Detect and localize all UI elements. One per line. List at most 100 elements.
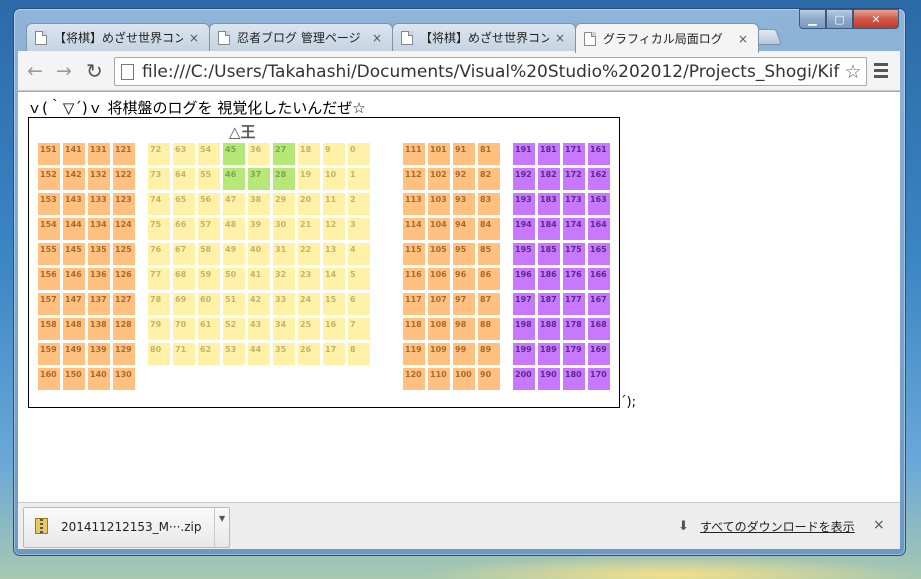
- url-text[interactable]: file:///C:/Users/Takahashi/Documents/Vis…: [142, 62, 866, 82]
- gote-box-cell: 166: [588, 268, 610, 290]
- gote-hand-cell: 106: [428, 268, 450, 290]
- gote-hand-cell: 97: [453, 293, 475, 315]
- gote-box-cell: 165: [588, 243, 610, 265]
- gote-box-cell: 196: [513, 268, 535, 290]
- page-icon: [401, 30, 413, 45]
- show-all-downloads[interactable]: ⬇ すべてのダウンロードを表示: [678, 518, 855, 535]
- board-cell: 10: [323, 168, 345, 190]
- bookmark-star-icon[interactable]: ☆: [840, 58, 866, 85]
- sente-hand-cell: 134: [88, 218, 110, 240]
- gote-hand-cell: 91: [453, 143, 475, 165]
- sente-hand-cell: 139: [88, 343, 110, 365]
- tab-close-icon[interactable]: ×: [370, 31, 384, 45]
- download-menu-icon[interactable]: ▼: [219, 514, 225, 523]
- gote-hand-cell: 94: [453, 218, 475, 240]
- board-cell: 25: [298, 318, 320, 340]
- gote-box-cell: 197: [513, 293, 535, 315]
- player-label: △王: [229, 123, 256, 141]
- gote-hand-cell: 82: [478, 168, 500, 190]
- board-cell: 9: [323, 143, 345, 165]
- gote-box-cell: 162: [588, 168, 610, 190]
- gote-hand-cell: 100: [453, 368, 475, 390]
- gote-hand-cell: 115: [403, 243, 425, 265]
- board-cell: 49: [223, 243, 245, 265]
- tab-shogi-blog-1[interactable]: 【将棋】めざせ世界コンピ ×: [26, 23, 210, 51]
- board-cell: 57: [198, 218, 220, 240]
- gote-box-cell: 178: [563, 318, 585, 340]
- board-cell: 13: [323, 243, 345, 265]
- gote-hand-cell: 102: [428, 168, 450, 190]
- board-cell: 17: [323, 343, 345, 365]
- gote-box-cell: 182: [538, 168, 560, 190]
- board-cell: 0: [348, 143, 370, 165]
- gote-hand-cell: 98: [453, 318, 475, 340]
- board-cell: 73: [148, 168, 170, 190]
- tab-shogi-blog-2[interactable]: 【将棋】めざせ世界コンピ ×: [392, 23, 576, 51]
- board-cell: 47: [223, 193, 245, 215]
- menu-icon[interactable]: [874, 63, 888, 81]
- tab-close-icon[interactable]: ×: [187, 31, 201, 45]
- reload-button[interactable]: ↻: [86, 61, 103, 81]
- sente-hand-cell: 150: [63, 368, 85, 390]
- gote-box-cell: 187: [538, 293, 560, 315]
- gote-hand-cell: 83: [478, 193, 500, 215]
- gote-hand-cell: 114: [403, 218, 425, 240]
- tab-graphical-log[interactable]: グラフィカル局面ログ ×: [575, 23, 759, 53]
- close-download-bar-icon[interactable]: ×: [873, 517, 885, 533]
- board-cell: 63: [173, 143, 195, 165]
- gote-hand-cell: 103: [428, 193, 450, 215]
- board-cell: 58: [198, 243, 220, 265]
- board-cell: 37: [248, 168, 270, 190]
- board-cell: 75: [148, 218, 170, 240]
- tab-close-icon[interactable]: ×: [736, 32, 750, 46]
- gote-box-cell: 172: [563, 168, 585, 190]
- board-cell: 60: [198, 293, 220, 315]
- gote-box-cell: 192: [513, 168, 535, 190]
- download-file-name[interactable]: 201411212153_M···.zip: [61, 520, 201, 534]
- sente-hand-cell: 122: [113, 168, 135, 190]
- gote-box-cell: 200: [513, 368, 535, 390]
- board-cell: 1: [348, 168, 370, 190]
- board-cell: 5: [348, 268, 370, 290]
- gote-hand-cell: 87: [478, 293, 500, 315]
- tab-strip: 【将棋】めざせ世界コンピ × 忍者ブログ 管理ページ × 【将棋】めざせ世界コン…: [14, 23, 874, 53]
- gote-hand-cell: 84: [478, 218, 500, 240]
- board-cell: 34: [273, 318, 295, 340]
- gote-hand-cell: 89: [478, 343, 500, 365]
- board-cell: 52: [223, 318, 245, 340]
- board-cell: 6: [348, 293, 370, 315]
- gote-box-cell: 167: [588, 293, 610, 315]
- gote-box-cell: 174: [563, 218, 585, 240]
- gote-box-cell: 195: [513, 243, 535, 265]
- gote-hand-cell: 85: [478, 243, 500, 265]
- board-cell: 4: [348, 243, 370, 265]
- back-button[interactable]: ←: [27, 61, 43, 81]
- gote-hand-cell: 99: [453, 343, 475, 365]
- sente-hand-cell: 137: [88, 293, 110, 315]
- page-icon: [218, 30, 230, 45]
- tab-ninja-blog-admin[interactable]: 忍者ブログ 管理ページ ×: [209, 23, 393, 51]
- sente-hand-cell: 131: [88, 143, 110, 165]
- address-bar[interactable]: file:///C:/Users/Takahashi/Documents/Vis…: [114, 57, 867, 86]
- page-content: ｖ(｀▽´)ｖ 将棋盤のログを 視覚化したいんだぜ☆ △王 151 141 131 1…: [18, 92, 900, 502]
- board-cell: 2: [348, 193, 370, 215]
- sente-hand-cell: 135: [88, 243, 110, 265]
- gote-box-cell: 184: [538, 218, 560, 240]
- sente-hand-cell: 132: [88, 168, 110, 190]
- download-item[interactable]: 201411212153_M···.zip ▼: [23, 507, 230, 548]
- sente-hand-cell: 152: [38, 168, 60, 190]
- gote-box-cell: 186: [538, 268, 560, 290]
- gote-box-cell: 188: [538, 318, 560, 340]
- board-cell: 71: [173, 343, 195, 365]
- gote-hand-cell: 104: [428, 218, 450, 240]
- zip-file-icon: [35, 518, 48, 534]
- board-cell: 65: [173, 193, 195, 215]
- download-bar: 201411212153_M···.zip ▼ ⬇ すべてのダウンロードを表示 …: [18, 502, 900, 549]
- board-cell: 51: [223, 293, 245, 315]
- sente-hand-cell: 138: [88, 318, 110, 340]
- board-cell: 56: [198, 193, 220, 215]
- gote-hand-cell: 116: [403, 268, 425, 290]
- forward-button[interactable]: →: [56, 61, 72, 81]
- show-all-downloads-link[interactable]: すべてのダウンロードを表示: [700, 518, 855, 535]
- tab-close-icon[interactable]: ×: [553, 31, 567, 45]
